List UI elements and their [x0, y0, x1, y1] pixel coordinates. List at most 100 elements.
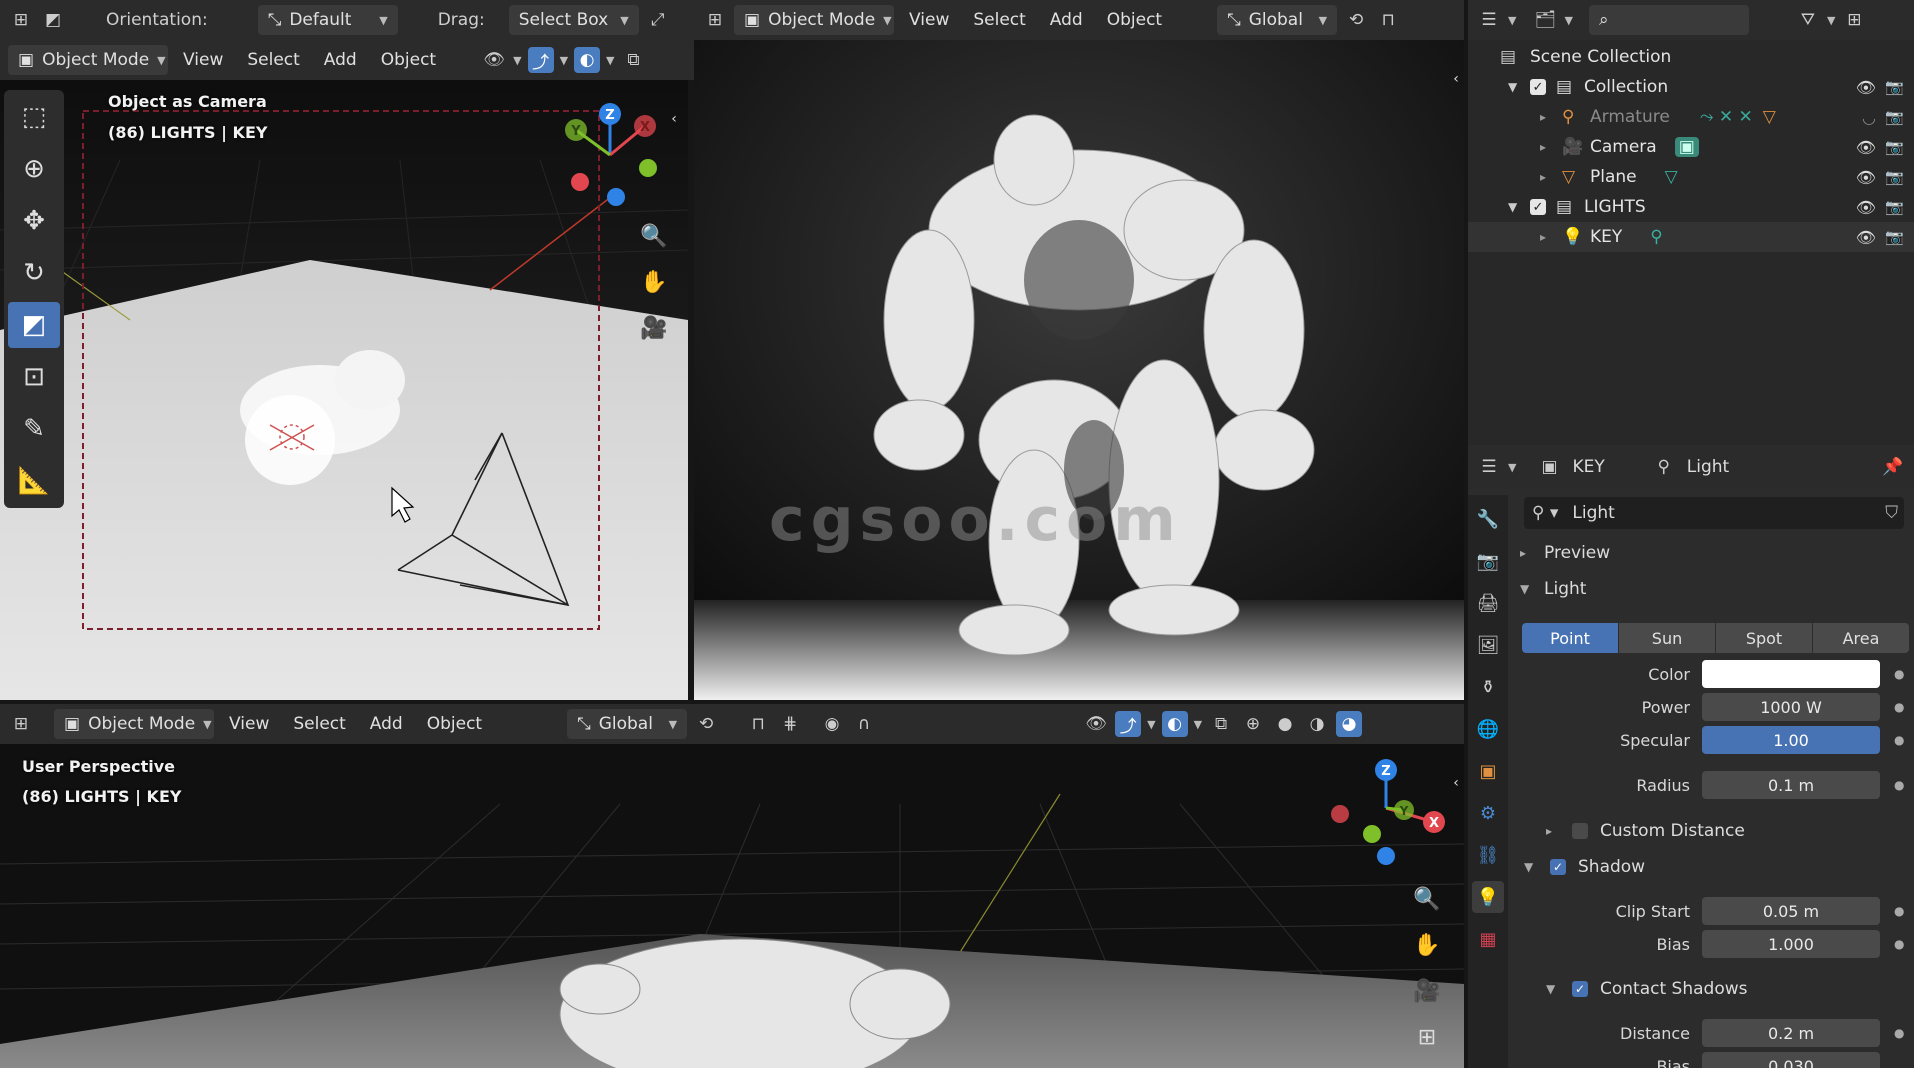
editor-separator[interactable] — [0, 700, 1464, 704]
view-layer-tab-icon[interactable]: 🖼 — [1472, 629, 1504, 661]
left-viewport[interactable]: Object as Camera (86) LIGHTS | KEY Z X Y… — [0, 80, 688, 700]
specular-field[interactable]: 1.00 — [1702, 726, 1880, 754]
keyframe-dot-icon[interactable]: ● — [1894, 937, 1904, 951]
transform-affect-icon[interactable]: ⤢ — [645, 7, 671, 33]
keyframe-dot-icon[interactable]: ● — [1894, 778, 1904, 792]
pivot-icon[interactable]: ⟲ — [1343, 7, 1369, 33]
rotate-icon[interactable]: ↻ — [8, 250, 60, 296]
eye-icon[interactable]: 👁 — [1856, 198, 1876, 217]
xray-toggle-icon[interactable]: ⧉ — [621, 47, 647, 73]
shadow-checkbox[interactable]: ✓ — [1550, 859, 1566, 875]
panel-light-header[interactable]: ▼ Light — [1520, 579, 1586, 599]
object-tab-icon[interactable]: ▣ — [1472, 755, 1504, 787]
navigation-gizmo[interactable]: Z X Y — [1320, 746, 1450, 866]
transform-orientation-dropdown[interactable]: ⤡ Global ▼ — [567, 709, 688, 739]
menu-add[interactable]: Add — [315, 45, 366, 75]
rendered-shading-icon[interactable]: ◕ — [1336, 711, 1363, 737]
chevron-down-icon[interactable]: ▼ — [1508, 14, 1516, 27]
eye-icon[interactable]: 👁 — [1856, 228, 1876, 247]
outliner-row-lights[interactable]: ▼ ✓ ▤ LIGHTS 👁 📷 — [1468, 192, 1914, 222]
menu-select[interactable]: Select — [964, 5, 1034, 35]
render-camera-icon[interactable]: 📷 — [1885, 198, 1904, 216]
move-icon[interactable]: ✥ — [8, 198, 60, 244]
visibility-icon[interactable]: 👁 — [481, 47, 507, 73]
render-camera-icon[interactable]: 📷 — [1885, 228, 1904, 246]
chevron-down-icon[interactable]: ▼ — [1564, 14, 1572, 27]
orientation-dropdown[interactable]: ⤡ Default ▼ — [257, 5, 398, 35]
render-tab-icon[interactable]: 📷 — [1472, 545, 1504, 577]
chevron-down-icon[interactable]: ▼ — [1508, 461, 1516, 474]
light-type-area[interactable]: Area — [1813, 623, 1909, 653]
editor-type-icon[interactable]: ⊞ — [8, 711, 34, 737]
collapse-arrow-icon[interactable]: ‹ — [1446, 60, 1464, 98]
eye-icon[interactable]: 👁 — [1856, 168, 1876, 187]
mode-dropdown[interactable]: ▣ Object Mode ▼ — [54, 709, 214, 739]
expand-arrow-icon[interactable]: ▼ — [1508, 80, 1526, 94]
keyframe-dot-icon[interactable]: ● — [1894, 1026, 1904, 1040]
snap-increment-icon[interactable]: ⋕ — [777, 711, 803, 737]
outliner-row-plane[interactable]: ▸ ▽ Plane ▽ 👁 📷 — [1468, 162, 1914, 192]
menu-add[interactable]: Add — [361, 709, 412, 739]
mode-dropdown[interactable]: ▣ Object Mode ▼ — [734, 5, 894, 35]
xray-toggle-icon[interactable]: ⧉ — [1208, 711, 1234, 737]
overlay-toggle-icon[interactable]: ◐ — [1161, 711, 1188, 737]
overlay-toggle-icon[interactable]: ◐ — [574, 47, 601, 73]
light-type-spot[interactable]: Spot — [1716, 623, 1812, 653]
menu-select[interactable]: Select — [284, 709, 354, 739]
render-viewport[interactable]: cgsoo.com ‹ — [694, 40, 1464, 700]
expand-arrow-icon[interactable]: ▸ — [1540, 170, 1558, 184]
collapse-arrow-icon[interactable]: ‹ — [664, 100, 684, 138]
editor-separator[interactable] — [688, 80, 694, 700]
select-box-icon[interactable]: ⬚ — [8, 94, 60, 140]
scale-icon[interactable]: ◩ — [8, 302, 60, 348]
display-mode-icon[interactable]: 🗂 — [1532, 7, 1558, 33]
expand-arrow-icon[interactable]: ▸ — [1540, 140, 1558, 154]
outliner-row-armature[interactable]: ▸ ⚲ Armature ⤳ ✕ ✕ ▽ ◡ 📷 — [1468, 102, 1914, 132]
chevron-down-icon[interactable]: ▼ — [1147, 718, 1155, 731]
outliner-row-collection[interactable]: ▼ ✓ ▤ Collection 👁 📷 — [1468, 72, 1914, 102]
visibility-icon[interactable]: 👁 — [1083, 711, 1109, 737]
solid-shading-icon[interactable]: ● — [1272, 711, 1298, 737]
eye-icon[interactable]: 👁 — [1856, 78, 1876, 97]
color-swatch[interactable] — [1702, 660, 1880, 688]
outliner-row-camera[interactable]: ▸ 🎥 Camera ▣ 👁 📷 — [1468, 132, 1914, 162]
snap-icon[interactable]: ⊓ — [745, 711, 771, 737]
world-tab-icon[interactable]: 🌐 — [1472, 713, 1504, 745]
pin-icon[interactable]: 📌 — [1880, 454, 1906, 480]
collapse-arrow-icon[interactable]: ‹ — [1448, 764, 1464, 802]
light-data-icon[interactable]: ⚲ ▾ — [1532, 503, 1558, 523]
expand-arrow-icon[interactable]: ▸ — [1540, 230, 1558, 244]
power-field[interactable]: 1000 W — [1702, 693, 1880, 721]
eye-icon[interactable]: 👁 — [1856, 138, 1876, 157]
chevron-down-icon[interactable]: ▼ — [560, 54, 568, 67]
filter-icon[interactable]: ⛛ — [1795, 7, 1821, 33]
menu-view[interactable]: View — [220, 709, 278, 739]
expand-arrow-icon[interactable]: ▸ — [1540, 110, 1558, 124]
render-camera-icon[interactable]: 📷 — [1885, 138, 1904, 156]
editor-type-icon[interactable]: ☰ — [1476, 7, 1502, 33]
mode-dropdown[interactable]: ▣ Object Mode ▼ — [8, 45, 168, 75]
zoom-icon[interactable]: 🔍 — [1408, 880, 1446, 918]
keyframe-dot-icon[interactable]: ● — [1894, 700, 1904, 714]
chevron-down-icon[interactable]: ▼ — [1827, 14, 1835, 27]
texture-tab-icon[interactable]: ▦ — [1472, 923, 1504, 955]
keyframe-dot-icon[interactable]: ● — [1894, 667, 1904, 681]
collection-checkbox[interactable]: ✓ — [1530, 199, 1546, 215]
gizmo-toggle-icon[interactable]: ⤴ — [1115, 711, 1142, 737]
keyframe-dot-icon[interactable]: ● — [1894, 904, 1904, 918]
collection-checkbox[interactable]: ✓ — [1530, 79, 1546, 95]
light-type-point[interactable]: Point — [1522, 623, 1618, 653]
contact-shadows-subpanel-header[interactable]: ▼ ✓ Contact Shadows — [1546, 979, 1747, 999]
menu-object[interactable]: Object — [372, 45, 445, 75]
custom-distance-checkbox[interactable] — [1572, 823, 1588, 839]
radius-field[interactable]: 0.1 m — [1702, 771, 1880, 799]
outliner-search-field[interactable]: ⌕ — [1588, 5, 1749, 35]
render-camera-icon[interactable]: 📷 — [1885, 168, 1904, 186]
editor-type-icon[interactable]: ⊞ — [702, 7, 728, 33]
editor-type-icon[interactable]: ⊞ — [8, 7, 34, 33]
scene-tab-icon[interactable]: ⚱ — [1472, 671, 1504, 703]
material-shading-icon[interactable]: ◑ — [1304, 711, 1330, 737]
transform-icon[interactable]: ⊡ — [8, 354, 60, 400]
expand-arrow-icon[interactable]: ▼ — [1508, 200, 1526, 214]
editor-type-icon[interactable]: ☰ — [1476, 454, 1502, 480]
